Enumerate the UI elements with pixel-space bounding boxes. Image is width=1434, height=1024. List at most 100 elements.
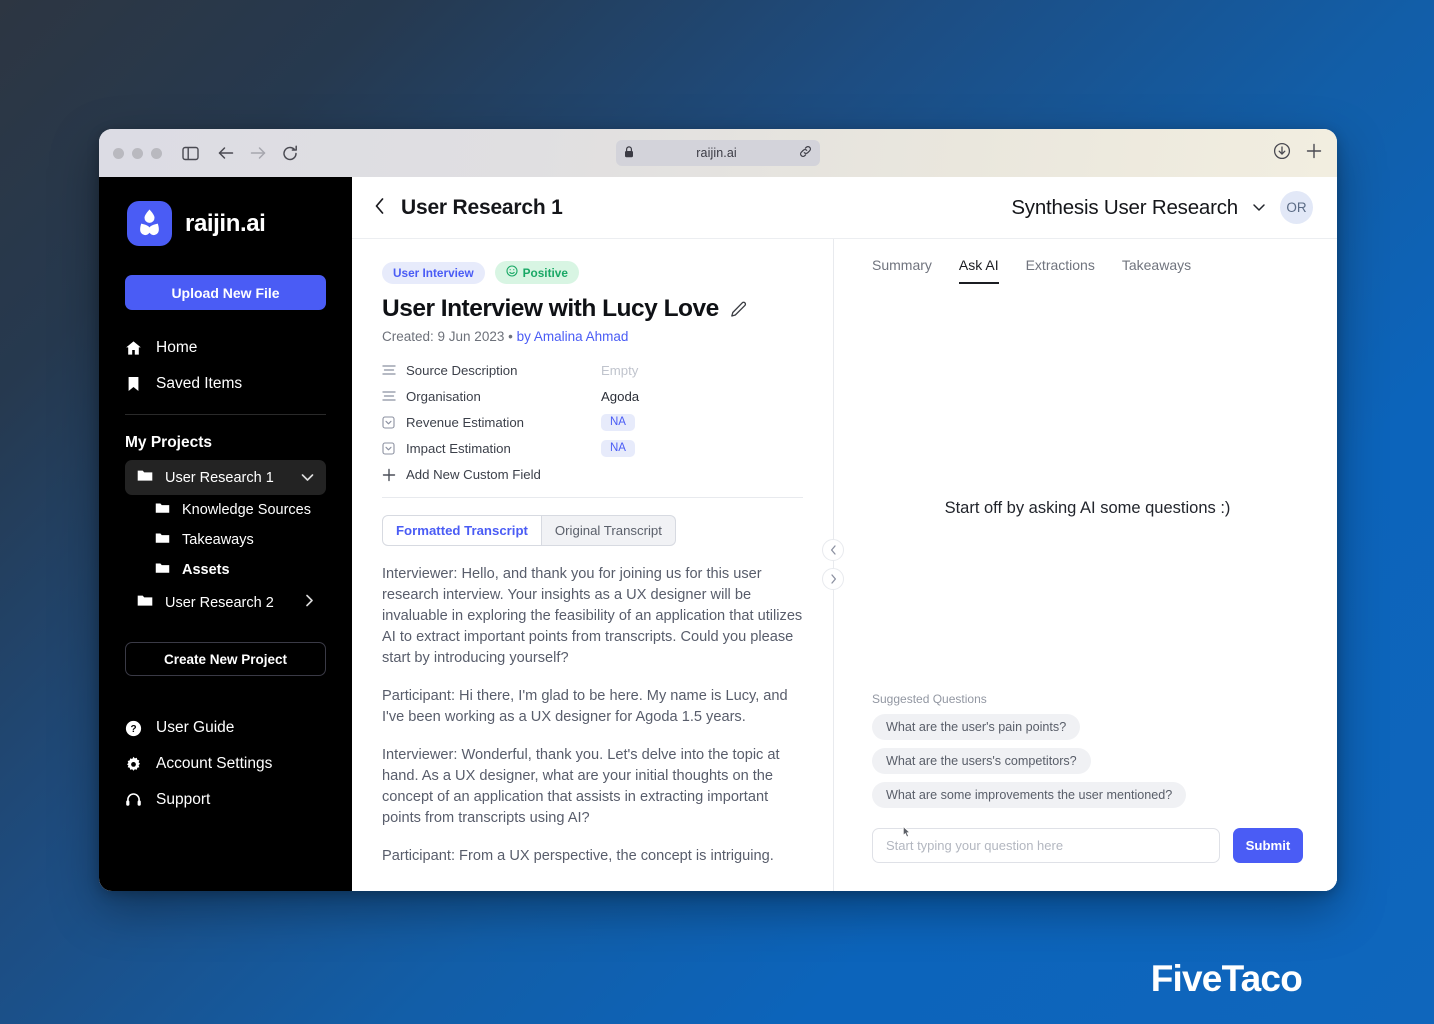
document-pane: User Interview Positive User Interview w… — [352, 239, 833, 891]
primary-nav: Home Saved Items — [99, 330, 352, 402]
tag-chip[interactable]: User Interview — [382, 261, 485, 284]
ai-pane-tabs: Summary Ask AI Extractions Takeaways — [872, 239, 1303, 284]
text-lines-icon — [382, 364, 406, 376]
ai-empty-state: Start off by asking AI some questions :) — [944, 499, 1231, 517]
plus-icon[interactable] — [1305, 142, 1323, 165]
smiley-icon — [506, 265, 518, 280]
address-bar[interactable]: raijin.ai — [616, 140, 820, 166]
tab-formatted-transcript[interactable]: Formatted Transcript — [382, 515, 542, 546]
pencil-icon[interactable] — [730, 301, 747, 318]
suggested-question-chip[interactable]: What are the user's pain points? — [872, 714, 1081, 740]
suggested-question-chip[interactable]: What are some improvements the user ment… — [872, 782, 1187, 808]
sidebar-subitem-label: Knowledge Sources — [182, 502, 311, 518]
custom-fields: Source Description Empty Organisation Ag… — [382, 357, 803, 488]
chevron-right-icon[interactable] — [305, 594, 314, 611]
brand[interactable]: raijin.ai — [99, 195, 352, 246]
panes: User Interview Positive User Interview w… — [352, 239, 1337, 891]
browser-window: raijin.ai raijin.ai Upload New File Home… — [99, 129, 1337, 891]
forward-arrow-icon[interactable] — [244, 140, 272, 166]
create-new-project-button[interactable]: Create New Project — [125, 642, 326, 676]
chevron-down-icon[interactable] — [301, 470, 314, 486]
suggested-questions-section: Suggested Questions What are the user's … — [872, 692, 1303, 808]
collapse-left-handle[interactable] — [822, 539, 844, 561]
sidebar-subitem-label: Takeaways — [182, 532, 254, 548]
sidebar-section-title: My Projects — [125, 434, 213, 451]
gear-icon — [125, 756, 142, 773]
url-text: raijin.ai — [696, 146, 737, 160]
tab-takeaways[interactable]: Takeaways — [1122, 257, 1191, 284]
field-row[interactable]: Revenue Estimation NA — [382, 409, 803, 435]
page-title: User Research 1 — [401, 195, 563, 219]
window-traffic-lights[interactable] — [113, 147, 162, 159]
pane-separator — [822, 239, 844, 891]
sidebar-item-account-settings[interactable]: Account Settings — [99, 746, 352, 782]
meta-separator: • — [508, 329, 513, 344]
sidebar-item-user-guide[interactable]: ? User Guide — [99, 710, 352, 746]
sidebar-subitem-assets[interactable]: Assets — [125, 555, 326, 585]
sidebar-project-user-research-2[interactable]: User Research 2 — [125, 585, 326, 620]
sidebar-subitem-knowledge-sources[interactable]: Knowledge Sources — [125, 495, 326, 525]
field-row[interactable]: Organisation Agoda — [382, 383, 803, 409]
transcript-paragraph: Interviewer: Hello, and thank you for jo… — [382, 566, 803, 666]
sidebar-project-label: User Research 1 — [165, 469, 274, 486]
field-value: Agoda — [601, 388, 640, 404]
workspace-name[interactable]: Synthesis User Research — [1011, 196, 1238, 220]
sidebar-item-label: Support — [156, 791, 211, 808]
created-date: Created: 9 Jun 2023 — [382, 329, 505, 344]
browser-toolbar: raijin.ai — [99, 129, 1337, 177]
field-row[interactable]: Source Description Empty — [382, 357, 803, 383]
submit-button[interactable]: Submit — [1233, 828, 1303, 863]
upload-new-file-button[interactable]: Upload New File — [125, 275, 326, 310]
lock-icon — [624, 145, 634, 161]
field-label: Source Description — [406, 362, 518, 378]
document-title-row: User Interview with Lucy Love — [382, 295, 803, 323]
folder-icon — [155, 502, 170, 518]
browser-right-tools — [1273, 142, 1323, 165]
transcript-body: Interviewer: Hello, and thank you for jo… — [382, 564, 803, 867]
close-window-button[interactable] — [113, 147, 124, 159]
tab-summary[interactable]: Summary — [872, 257, 932, 284]
app-root: raijin.ai Upload New File Home Saved Ite… — [99, 177, 1337, 891]
ask-ai-input[interactable] — [872, 828, 1220, 863]
field-value: NA — [601, 439, 635, 457]
sidebar-project-user-research-1[interactable]: User Research 1 — [125, 460, 326, 495]
select-box-icon — [382, 441, 406, 455]
download-icon[interactable] — [1273, 142, 1291, 165]
sidebar-item-saved-items[interactable]: Saved Items — [99, 366, 352, 402]
minimize-window-button[interactable] — [132, 147, 143, 159]
tab-extractions[interactable]: Extractions — [1026, 257, 1095, 284]
field-row[interactable]: Impact Estimation NA — [382, 435, 803, 461]
tab-ask-ai[interactable]: Ask AI — [958, 257, 999, 284]
back-arrow-icon[interactable] — [212, 140, 240, 166]
avatar[interactable]: OR — [1280, 191, 1313, 224]
sidebar-item-label: Home — [156, 339, 198, 356]
headset-icon — [125, 792, 142, 808]
collapse-right-handle[interactable] — [822, 568, 844, 590]
sidebar-item-label: Account Settings — [156, 755, 273, 772]
maximize-window-button[interactable] — [151, 147, 162, 159]
sentiment-chip[interactable]: Positive — [494, 261, 579, 284]
sidebar-item-home[interactable]: Home — [99, 330, 352, 366]
sidebar-subitem-label: Assets — [182, 562, 230, 578]
reload-icon[interactable] — [276, 140, 304, 166]
folder-icon — [137, 594, 153, 611]
text-lines-icon — [382, 390, 406, 402]
select-box-icon — [382, 415, 406, 429]
ai-pane: Summary Ask AI Extractions Takeaways Sta… — [834, 239, 1337, 891]
suggested-question-chip[interactable]: What are the users's competitors? — [872, 748, 1091, 774]
document-chips: User Interview Positive — [382, 261, 803, 284]
back-button[interactable] — [374, 197, 393, 219]
home-icon — [125, 340, 142, 356]
sidebar-item-support[interactable]: Support — [99, 782, 352, 818]
transcript-paragraph: Interviewer: Wonderful, thank you. Let's… — [382, 747, 780, 826]
document-meta: Created: 9 Jun 2023 • by Amalina Ahmad — [382, 329, 803, 344]
document-author[interactable]: by Amalina Ahmad — [517, 329, 629, 344]
add-custom-field-button[interactable]: Add New Custom Field — [382, 461, 803, 488]
link-icon[interactable] — [799, 145, 812, 161]
sidebar-subitem-takeaways[interactable]: Takeaways — [125, 525, 326, 555]
browser-navigation-buttons[interactable] — [212, 140, 304, 166]
tab-original-transcript[interactable]: Original Transcript — [541, 515, 676, 546]
sidebar-toggle-icon[interactable] — [176, 140, 204, 166]
sidebar-project-label: User Research 2 — [165, 594, 274, 611]
chevron-down-icon[interactable] — [1252, 199, 1266, 217]
